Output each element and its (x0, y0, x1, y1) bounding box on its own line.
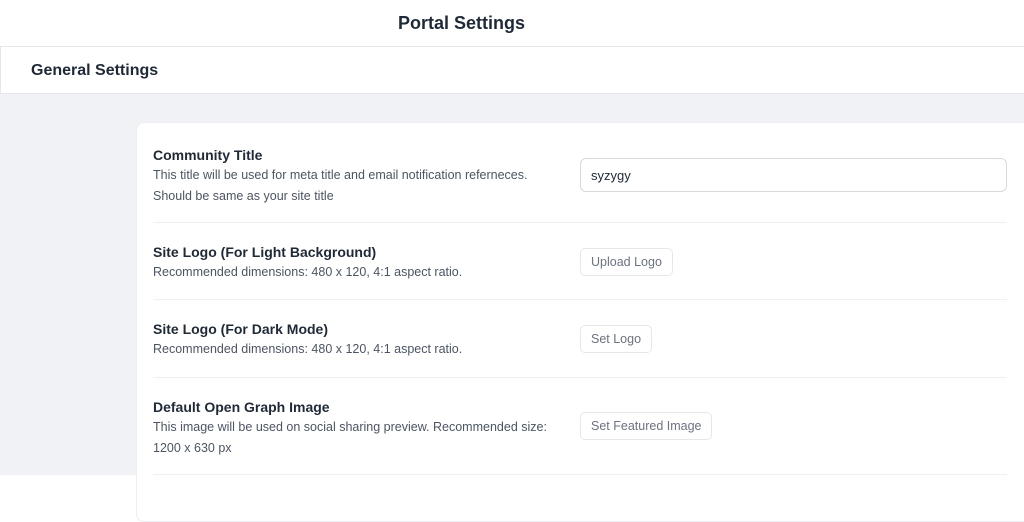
logo-dark-label: Site Logo (For Dark Mode) (153, 321, 328, 337)
community-title-label: Community Title (153, 147, 263, 163)
set-featured-image-button[interactable]: Set Featured Image (580, 412, 713, 440)
og-image-description: This image will be used on social sharin… (153, 420, 547, 455)
top-bar: Portal Settings (0, 0, 1024, 47)
logo-light-description: Recommended dimensions: 480 x 120, 4:1 a… (153, 265, 463, 279)
section-header: General Settings (0, 47, 1024, 94)
logo-dark-description: Recommended dimensions: 480 x 120, 4:1 a… (153, 342, 463, 356)
page-title: Portal Settings (398, 13, 526, 33)
setting-row-og-image: Default Open Graph Image This image will… (153, 378, 1007, 475)
set-logo-button[interactable]: Set Logo (580, 325, 653, 353)
logo-light-label: Site Logo (For Light Background) (153, 244, 377, 260)
community-title-description: This title will be used for meta title a… (153, 168, 528, 203)
settings-card: Community Title This title will be used … (136, 122, 1024, 522)
upload-logo-button[interactable]: Upload Logo (580, 248, 673, 276)
community-title-input[interactable] (580, 158, 1007, 192)
setting-row-logo-dark: Site Logo (For Dark Mode) Recommended di… (153, 300, 1007, 378)
section-title: General Settings (31, 62, 159, 79)
og-image-label: Default Open Graph Image (153, 399, 330, 415)
content-area: Community Title This title will be used … (0, 94, 1024, 522)
setting-row-community-title: Community Title This title will be used … (153, 123, 1007, 223)
setting-row-logo-light: Site Logo (For Light Background) Recomme… (153, 223, 1007, 300)
